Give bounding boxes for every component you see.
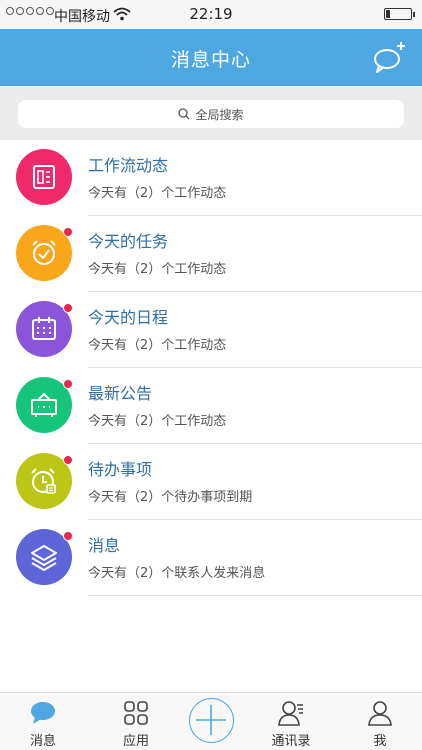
item-subtitle: 今天有（2）个联系人发来消息 [88,566,266,581]
tab-contacts[interactable]: 通讯录 [256,693,326,750]
unread-badge [63,531,73,541]
tab-label: 应用 [122,734,149,749]
list-item-announcements[interactable]: 最新公告 今天有（2）个工作动态 [0,368,422,444]
list-item-tasks[interactable]: 今天的任务 今天有（2）个工作动态 [0,216,422,292]
alarm-clock-list-icon [31,468,56,494]
list-item-messages[interactable]: 消息 今天有（2）个联系人发来消息 [0,520,422,596]
page-title: 消息中心 [170,49,251,71]
status-bar: 中国移动 22:19 [0,0,422,29]
item-title: 最新公告 [88,384,153,403]
item-title: 消息 [88,536,121,555]
tab-apps[interactable]: 应用 [101,693,171,750]
status-time: 22:19 [189,5,233,23]
add-button[interactable] [189,698,234,743]
alarm-clock-check-icon [32,240,56,265]
tab-messages[interactable]: 消息 [8,693,78,750]
tab-me[interactable]: 我 [345,693,415,750]
tab-bar: 消息 应用 通讯录 我 [0,692,422,750]
unread-badge [63,227,73,237]
divider [88,595,422,596]
person-icon [368,701,392,726]
chat-bubble-icon [31,702,55,724]
search-area: 全局搜索 [0,86,422,140]
calendar-icon [32,317,56,340]
list-item-todo[interactable]: 待办事项 今天有（2）个待办事项到期 [0,444,422,520]
item-subtitle: 今天有（2）个待办事项到期 [88,490,253,505]
unread-badge [63,455,73,465]
message-list: 工作流动态 今天有（2）个工作动态 今天的任务 今天有（2）个工作动态 今天的日… [0,140,422,596]
list-item-workflow[interactable]: 工作流动态 今天有（2）个工作动态 [0,140,422,216]
tab-label: 消息 [29,734,56,749]
item-subtitle: 今天有（2）个工作动态 [88,338,227,353]
tab-label: 我 [373,734,387,749]
avatar [16,149,72,205]
item-title: 工作流动态 [88,156,169,175]
announcement-board-icon [31,392,57,417]
unread-badge [63,303,73,313]
list-item-schedule[interactable]: 今天的日程 今天有（2）个工作动态 [0,292,422,368]
compose-button[interactable] [372,39,408,75]
global-search-input[interactable]: 全局搜索 [18,100,404,128]
layers-icon [31,545,57,571]
search-icon [178,108,190,120]
item-subtitle: 今天有（2）个工作动态 [88,262,227,277]
plus-icon [196,705,226,735]
document-icon [33,165,55,189]
item-subtitle: 今天有（2）个工作动态 [88,414,227,429]
grid-icon [124,701,148,725]
contacts-icon [278,701,303,726]
item-title: 待办事项 [88,460,153,479]
item-title: 今天的任务 [88,232,169,251]
item-title: 今天的日程 [88,308,169,327]
unread-badge [63,379,73,389]
search-placeholder: 全局搜索 [195,107,244,122]
battery-icon [384,8,415,20]
item-subtitle: 今天有（2）个工作动态 [88,186,227,201]
chat-bubble-plus-icon [374,42,405,73]
nav-bar: 消息中心 [0,29,422,86]
tab-label: 通讯录 [271,734,311,749]
